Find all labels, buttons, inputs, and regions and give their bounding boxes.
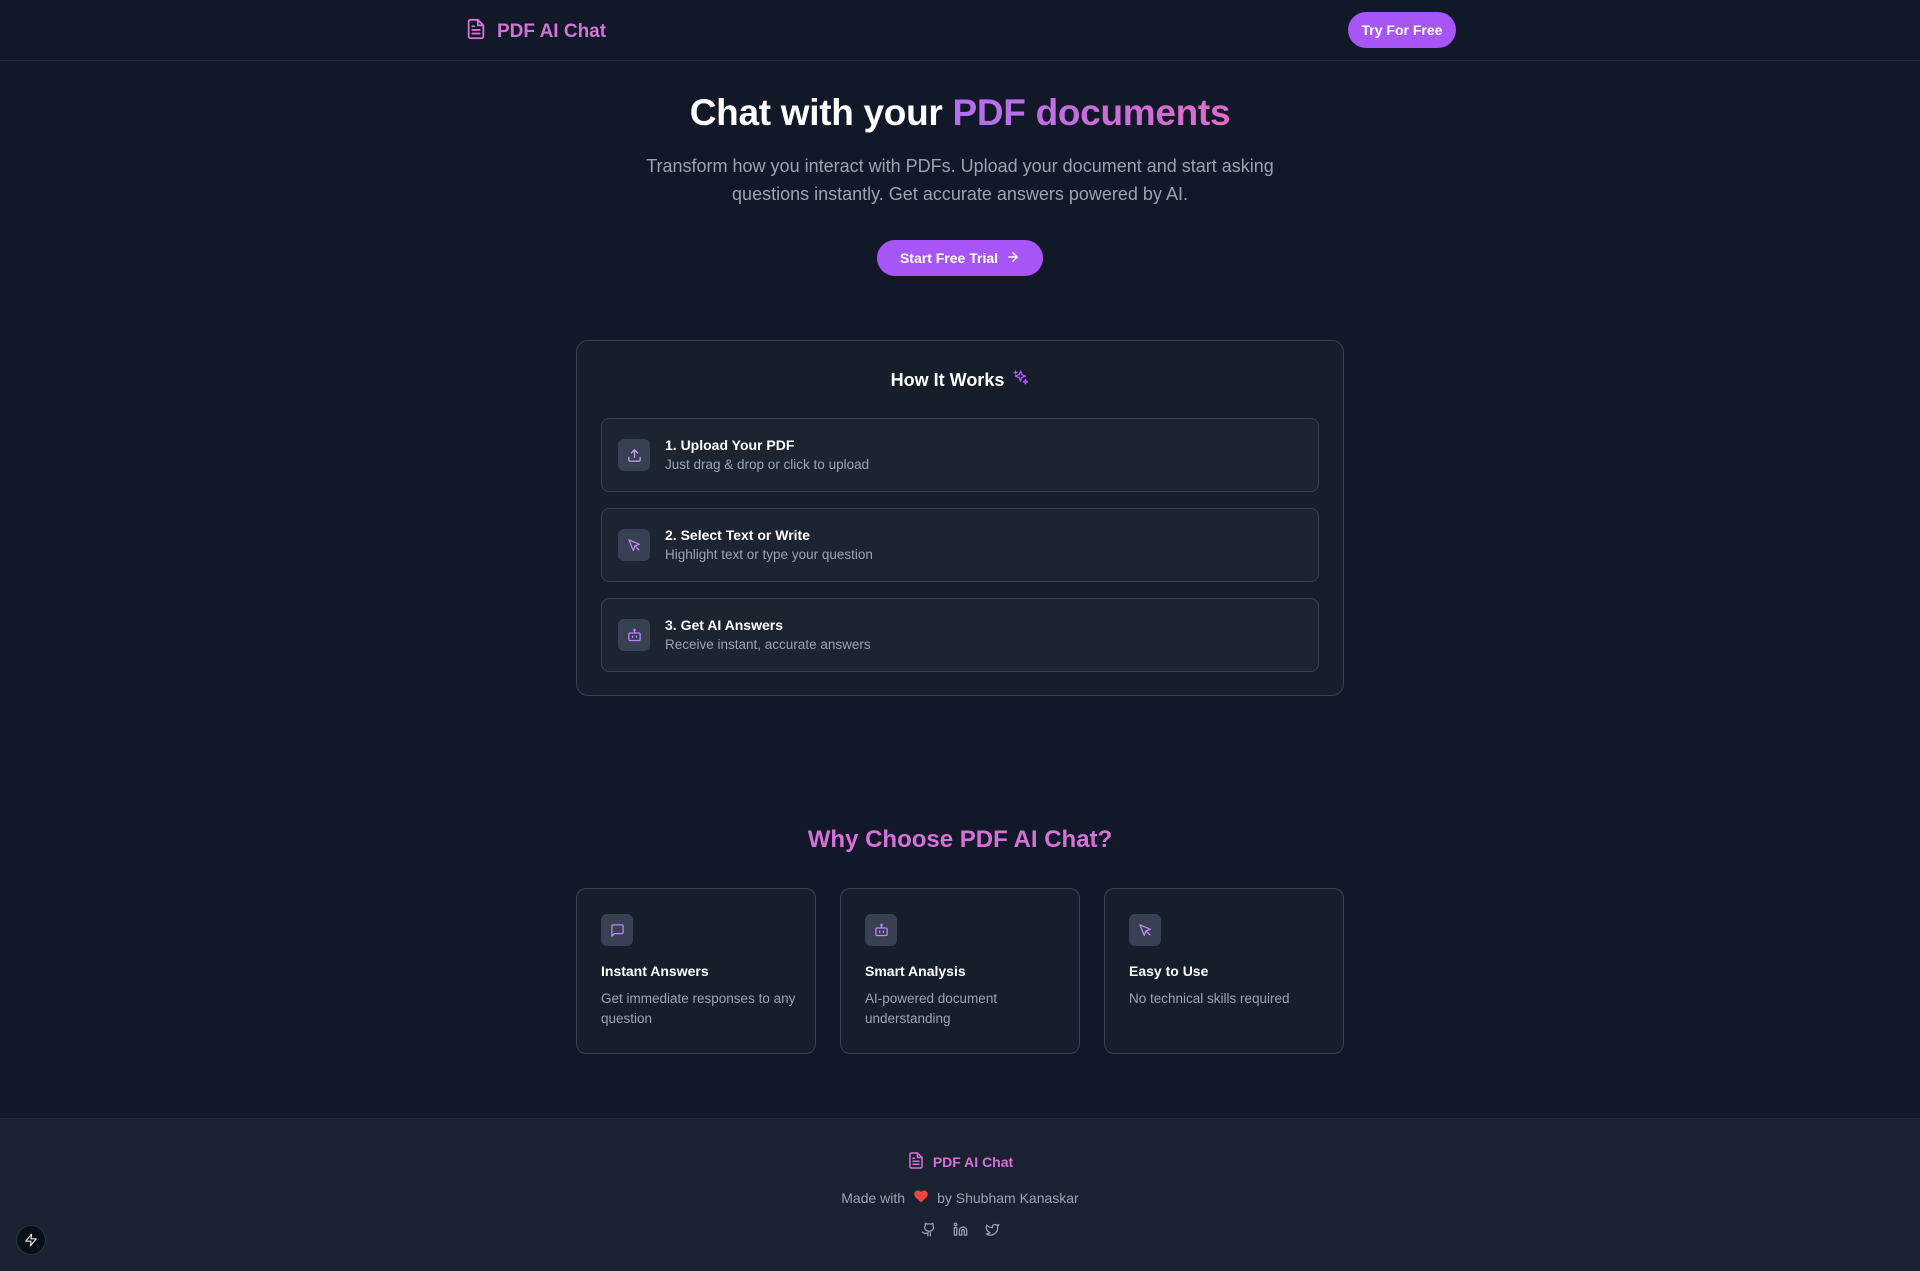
- made-with-suffix: by Shubham Kanaskar: [937, 1190, 1079, 1206]
- hero-title-highlight: PDF documents: [952, 92, 1231, 133]
- bot-icon: [618, 619, 650, 651]
- feature-description: Get immediate responses to any question: [601, 991, 796, 1026]
- feature-description: AI-powered document understanding: [865, 991, 998, 1026]
- feature-title: Instant Answers: [601, 963, 709, 979]
- feature-title: Smart Analysis: [865, 963, 966, 979]
- step-select-text: 2. Select Text or Write Highlight text o…: [601, 508, 1319, 582]
- linkedin-icon[interactable]: [953, 1222, 968, 1242]
- cursor-icon: [618, 529, 650, 561]
- how-it-works-heading: How It Works: [577, 369, 1343, 391]
- hero-subtitle: Transform how you interact with PDFs. Up…: [646, 156, 1274, 204]
- step-title: 2. Select Text or Write: [665, 527, 810, 543]
- cursor-icon: [1129, 914, 1161, 946]
- twitter-icon[interactable]: [985, 1222, 1000, 1242]
- hero-title: Chat with your PDF documents: [0, 92, 1920, 134]
- lightning-bolt-icon[interactable]: [16, 1225, 46, 1255]
- github-icon[interactable]: [921, 1222, 936, 1242]
- how-it-works-title: How It Works: [890, 369, 1005, 390]
- social-links: [0, 1222, 1920, 1242]
- start-free-trial-button[interactable]: Start Free Trial: [877, 240, 1043, 276]
- footer-brand: PDF AI Chat: [0, 1151, 1920, 1173]
- document-icon: [907, 1151, 925, 1173]
- feature-title: Easy to Use: [1129, 963, 1209, 979]
- feature-card-easy-to-use: Easy to Use No technical skills required: [1104, 888, 1344, 1054]
- start-free-trial-label: Start Free Trial: [899, 250, 999, 266]
- why-choose-heading: Why Choose PDF AI Chat?: [807, 826, 1113, 853]
- step-title: 1. Upload Your PDF: [665, 437, 795, 453]
- step-description: Receive instant, accurate answers: [665, 637, 871, 652]
- try-for-free-button[interactable]: Try For Free: [1348, 12, 1456, 48]
- how-it-works-card: How It Works 1. Upload Your PDF Just dra…: [576, 340, 1344, 696]
- upload-icon: [618, 439, 650, 471]
- footer-brand-name: PDF AI Chat: [932, 1154, 1014, 1170]
- step-title: 3. Get AI Answers: [665, 617, 784, 633]
- hero-title-plain: Chat with your: [689, 92, 953, 133]
- heart-icon: [913, 1189, 929, 1207]
- top-navbar: PDF AI Chat Try For Free: [0, 0, 1920, 61]
- step-description: Just drag & drop or click to upload: [665, 457, 870, 472]
- step-get-answers: 3. Get AI Answers Receive instant, accur…: [601, 598, 1319, 672]
- brand-name: PDF AI Chat: [497, 21, 607, 42]
- sparkles-icon: [1012, 369, 1029, 391]
- feature-card-smart-analysis: Smart Analysis AI-powered document under…: [840, 888, 1080, 1054]
- feature-card-instant-answers: Instant Answers Get immediate responses …: [576, 888, 816, 1054]
- step-upload-pdf: 1. Upload Your PDF Just drag & drop or c…: [601, 418, 1319, 492]
- step-description: Highlight text or type your question: [665, 547, 873, 562]
- arrow-right-icon: [1006, 250, 1020, 267]
- bot-icon: [865, 914, 897, 946]
- brand-logo-link[interactable]: PDF AI Chat: [465, 17, 606, 47]
- made-with-prefix: Made with: [841, 1190, 906, 1206]
- chat-icon: [601, 914, 633, 946]
- site-footer: PDF AI Chat Made with by Shubham Kanaska…: [0, 1118, 1920, 1271]
- feature-description: No technical skills required: [1129, 991, 1290, 1006]
- document-icon: [465, 17, 487, 47]
- made-with-line: Made with by Shubham Kanaskar: [0, 1189, 1920, 1207]
